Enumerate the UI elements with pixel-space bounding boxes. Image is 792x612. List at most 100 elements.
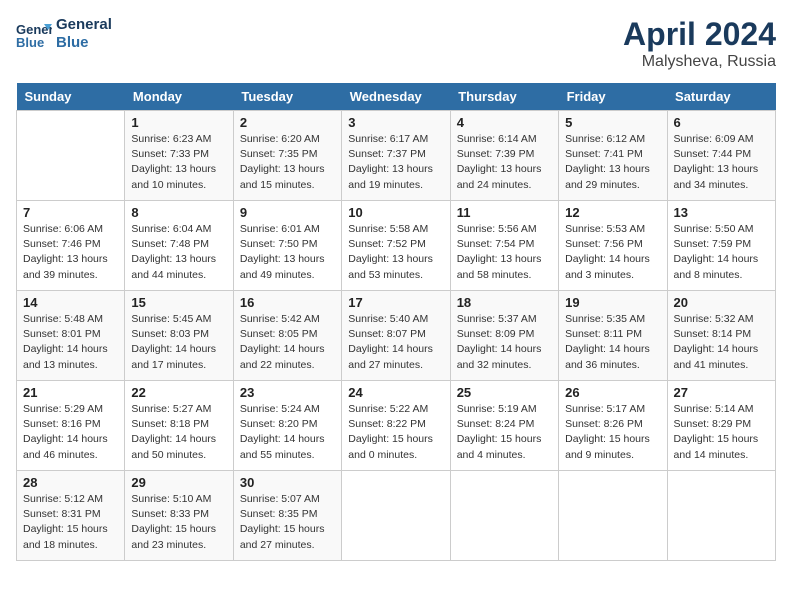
day-number: 7 [23,205,118,220]
day-detail: Sunrise: 5:29 AMSunset: 8:16 PMDaylight:… [23,403,108,461]
day-detail: Sunrise: 5:53 AMSunset: 7:56 PMDaylight:… [565,223,650,281]
calendar-cell: 28 Sunrise: 5:12 AMSunset: 8:31 PMDayligh… [17,471,125,561]
calendar-cell: 17Sunrise: 5:40 AMSunset: 8:07 PMDayligh… [342,291,450,381]
day-number: 10 [348,205,443,220]
day-number: 27 [674,385,769,400]
day-number: 9 [240,205,335,220]
calendar-cell: 21Sunrise: 5:29 AMSunset: 8:16 PMDayligh… [17,381,125,471]
day-detail: Sunrise: 6:04 AMSunset: 7:48 PMDaylight:… [131,223,216,281]
calendar-cell: 19 Sunrise: 5:35 AMSunset: 8:11 PMDayligh… [559,291,667,381]
logo: General Blue General Blue [16,16,112,52]
calendar-week-row: 21Sunrise: 5:29 AMSunset: 8:16 PMDayligh… [17,381,776,471]
calendar-cell: 27 Sunrise: 5:14 AMSunset: 8:29 PMDayligh… [667,381,775,471]
page-header: General Blue General Blue April 2024 Mal… [16,16,776,71]
day-detail: Sunrise: 5:10 AMSunset: 8:33 PMDaylight:… [131,493,216,551]
day-detail: Sunrise: 6:14 AMSunset: 7:39 PMDaylight:… [457,133,542,191]
calendar-cell [342,471,450,561]
day-number: 30 [240,475,335,490]
day-number: 14 [23,295,118,310]
day-detail: Sunrise: 5:37 AMSunset: 8:09 PMDaylight:… [457,313,542,371]
day-number: 15 [131,295,226,310]
day-number: 28 [23,475,118,490]
day-detail: Sunrise: 5:58 AMSunset: 7:52 PMDaylight:… [348,223,433,281]
day-detail: Sunrise: 5:19 AMSunset: 8:24 PMDaylight:… [457,403,542,461]
calendar-cell [17,111,125,201]
weekday-header-thursday: Thursday [450,83,558,111]
day-number: 22 [131,385,226,400]
weekday-header-friday: Friday [559,83,667,111]
day-detail: Sunrise: 5:42 AMSunset: 8:05 PMDaylight:… [240,313,325,371]
day-number: 1 [131,115,226,130]
calendar-week-row: 7 Sunrise: 6:06 AMSunset: 7:46 PMDaylight… [17,201,776,291]
day-number: 19 [565,295,660,310]
calendar-cell: 24Sunrise: 5:22 AMSunset: 8:22 PMDayligh… [342,381,450,471]
day-detail: Sunrise: 5:45 AMSunset: 8:03 PMDaylight:… [131,313,216,371]
calendar-cell: 16Sunrise: 5:42 AMSunset: 8:05 PMDayligh… [233,291,341,381]
title-block: April 2024 Malysheva, Russia [623,16,776,71]
calendar-cell: 13 Sunrise: 5:50 AMSunset: 7:59 PMDayligh… [667,201,775,291]
calendar-location: Malysheva, Russia [623,53,776,71]
calendar-cell: 18Sunrise: 5:37 AMSunset: 8:09 PMDayligh… [450,291,558,381]
day-detail: Sunrise: 5:14 AMSunset: 8:29 PMDaylight:… [674,403,759,461]
calendar-cell: 1 Sunrise: 6:23 AMSunset: 7:33 PMDaylight… [125,111,233,201]
day-detail: Sunrise: 5:24 AMSunset: 8:20 PMDaylight:… [240,403,325,461]
calendar-cell: 25 Sunrise: 5:19 AMSunset: 8:24 PMDayligh… [450,381,558,471]
calendar-week-row: 14 Sunrise: 5:48 AMSunset: 8:01 PMDayligh… [17,291,776,381]
calendar-cell: 2 Sunrise: 6:20 AMSunset: 7:35 PMDaylight… [233,111,341,201]
day-detail: Sunrise: 6:20 AMSunset: 7:35 PMDaylight:… [240,133,325,191]
day-number: 3 [348,115,443,130]
day-detail: Sunrise: 6:17 AMSunset: 7:37 PMDaylight:… [348,133,433,191]
day-number: 23 [240,385,335,400]
calendar-title: April 2024 [623,16,776,53]
calendar-week-row: 1 Sunrise: 6:23 AMSunset: 7:33 PMDaylight… [17,111,776,201]
calendar-cell: 30 Sunrise: 5:07 AMSunset: 8:35 PMDayligh… [233,471,341,561]
calendar-cell: 20 Sunrise: 5:32 AMSunset: 8:14 PMDayligh… [667,291,775,381]
calendar-cell: 11Sunrise: 5:56 AMSunset: 7:54 PMDayligh… [450,201,558,291]
calendar-cell: 4 Sunrise: 6:14 AMSunset: 7:39 PMDaylight… [450,111,558,201]
day-number: 4 [457,115,552,130]
day-detail: Sunrise: 6:01 AMSunset: 7:50 PMDaylight:… [240,223,325,281]
day-number: 5 [565,115,660,130]
day-detail: Sunrise: 5:22 AMSunset: 8:22 PMDaylight:… [348,403,433,461]
day-detail: Sunrise: 5:48 AMSunset: 8:01 PMDaylight:… [23,313,108,371]
calendar-cell [667,471,775,561]
calendar-cell: 14 Sunrise: 5:48 AMSunset: 8:01 PMDayligh… [17,291,125,381]
calendar-cell: 5 Sunrise: 6:12 AMSunset: 7:41 PMDaylight… [559,111,667,201]
day-number: 25 [457,385,552,400]
day-number: 29 [131,475,226,490]
day-number: 8 [131,205,226,220]
calendar-cell [450,471,558,561]
calendar-cell: 9 Sunrise: 6:01 AMSunset: 7:50 PMDaylight… [233,201,341,291]
day-detail: Sunrise: 6:23 AMSunset: 7:33 PMDaylight:… [131,133,216,191]
weekday-header-sunday: Sunday [17,83,125,111]
day-detail: Sunrise: 6:09 AMSunset: 7:44 PMDaylight:… [674,133,759,191]
calendar-cell: 12 Sunrise: 5:53 AMSunset: 7:56 PMDayligh… [559,201,667,291]
calendar-table: SundayMondayTuesdayWednesdayThursdayFrid… [16,83,776,561]
day-number: 2 [240,115,335,130]
day-detail: Sunrise: 5:17 AMSunset: 8:26 PMDaylight:… [565,403,650,461]
calendar-cell: 3 Sunrise: 6:17 AMSunset: 7:37 PMDaylight… [342,111,450,201]
day-detail: Sunrise: 5:40 AMSunset: 8:07 PMDaylight:… [348,313,433,371]
day-detail: Sunrise: 5:32 AMSunset: 8:14 PMDaylight:… [674,313,759,371]
calendar-cell [559,471,667,561]
calendar-cell: 7 Sunrise: 6:06 AMSunset: 7:46 PMDaylight… [17,201,125,291]
day-detail: Sunrise: 5:12 AMSunset: 8:31 PMDaylight:… [23,493,108,551]
weekday-header-tuesday: Tuesday [233,83,341,111]
logo-line2: Blue [56,34,112,52]
day-number: 20 [674,295,769,310]
svg-text:Blue: Blue [16,35,44,50]
day-detail: Sunrise: 6:06 AMSunset: 7:46 PMDaylight:… [23,223,108,281]
day-number: 12 [565,205,660,220]
day-number: 11 [457,205,552,220]
weekday-header-monday: Monday [125,83,233,111]
day-detail: Sunrise: 5:07 AMSunset: 8:35 PMDaylight:… [240,493,325,551]
day-detail: Sunrise: 5:35 AMSunset: 8:11 PMDaylight:… [565,313,650,371]
day-detail: Sunrise: 6:12 AMSunset: 7:41 PMDaylight:… [565,133,650,191]
day-number: 13 [674,205,769,220]
day-detail: Sunrise: 5:50 AMSunset: 7:59 PMDaylight:… [674,223,759,281]
weekday-header-row: SundayMondayTuesdayWednesdayThursdayFrid… [17,83,776,111]
weekday-header-wednesday: Wednesday [342,83,450,111]
calendar-cell: 29 Sunrise: 5:10 AMSunset: 8:33 PMDayligh… [125,471,233,561]
day-number: 26 [565,385,660,400]
logo-icon: General Blue [16,16,52,52]
